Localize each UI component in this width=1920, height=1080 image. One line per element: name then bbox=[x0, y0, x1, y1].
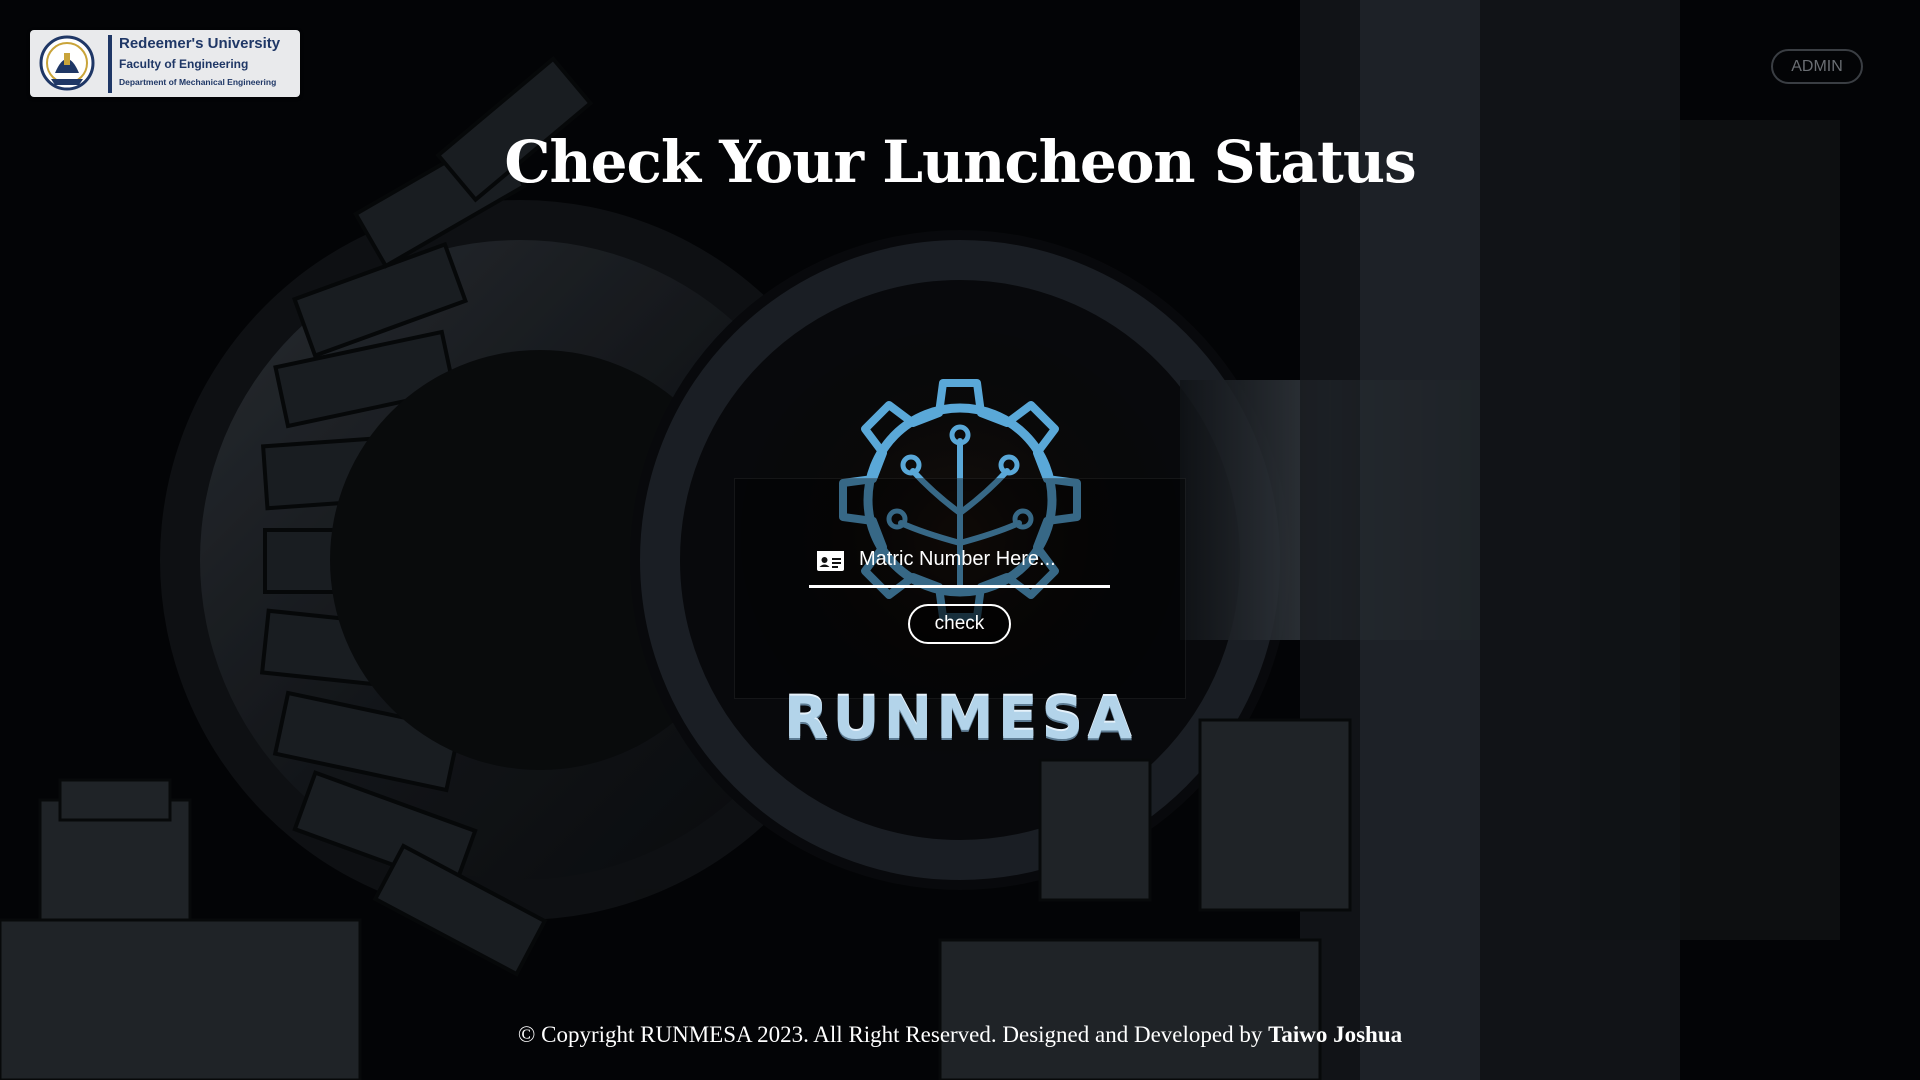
logo-divider bbox=[108, 35, 112, 93]
matric-number-input[interactable] bbox=[859, 544, 1099, 574]
faculty-name: Faculty of Engineering bbox=[119, 57, 249, 71]
footer-copyright: © Copyright RUNMESA 2023. All Right Rese… bbox=[0, 1022, 1920, 1048]
matric-form-panel bbox=[734, 478, 1186, 699]
input-underline bbox=[809, 585, 1110, 588]
university-seal-icon bbox=[39, 35, 95, 91]
page-title: Check Your Luncheon Status bbox=[504, 128, 1416, 196]
author-name: Taiwo Joshua bbox=[1268, 1022, 1403, 1047]
runmesa-wordmark: RUNMESA bbox=[783, 684, 1137, 752]
university-name: Redeemer's University bbox=[119, 35, 281, 52]
id-card-icon bbox=[817, 551, 844, 571]
university-logo: Redeemer's University Faculty of Enginee… bbox=[30, 30, 300, 97]
department-name: Department of Mechanical Engineering bbox=[119, 77, 277, 87]
check-button[interactable]: check bbox=[908, 604, 1011, 644]
admin-button[interactable]: ADMIN bbox=[1771, 49, 1863, 84]
copyright-text: © Copyright RUNMESA 2023. All Right Rese… bbox=[517, 1022, 1269, 1047]
